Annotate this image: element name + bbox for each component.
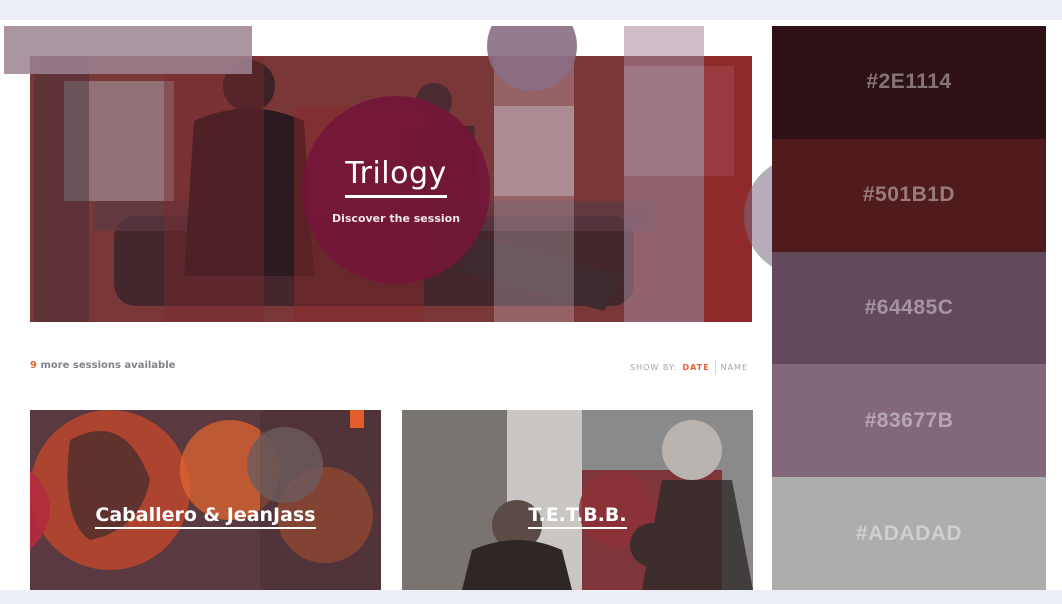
hero-subtitle: Discover the session xyxy=(331,211,461,225)
color-palette: #2E1114 #501B1D #64485C #83677B #ADADAD xyxy=(772,26,1046,590)
palette-swatch: #501B1D xyxy=(772,138,1046,252)
palette-swatch: #64485C xyxy=(772,251,1046,365)
show-by-label: SHOW BY: xyxy=(630,362,678,372)
session-card[interactable]: Caballero & JeanJass xyxy=(30,410,381,590)
palette-swatch: #83677B xyxy=(772,364,1046,478)
session-card-title: Caballero & JeanJass xyxy=(30,504,381,529)
sessions-count-number: 9 xyxy=(30,360,37,371)
hero-session-button[interactable]: Trilogy Discover the session xyxy=(302,96,490,284)
palette-swatch: #ADADAD xyxy=(772,477,1046,590)
hero-banner[interactable]: Trilogy Discover the session xyxy=(4,26,773,322)
session-card-photo xyxy=(402,410,753,590)
sort-option-name[interactable]: NAME xyxy=(716,363,753,372)
session-card-title: T.E.T.B.B. xyxy=(402,504,753,529)
hero-title: Trilogy xyxy=(345,156,447,198)
palette-swatch: #2E1114 xyxy=(772,26,1046,139)
sessions-bar: 9 more sessions available SHOW BY: DATE … xyxy=(30,360,753,374)
sort-option-date[interactable]: DATE xyxy=(677,363,714,372)
session-card[interactable]: T.E.T.B.B. xyxy=(402,410,753,590)
sessions-count: 9 more sessions available xyxy=(30,360,175,371)
session-card-photo xyxy=(30,410,381,590)
sessions-count-label: more sessions available xyxy=(36,360,176,371)
sort-control: SHOW BY: DATE NAME xyxy=(630,360,753,374)
